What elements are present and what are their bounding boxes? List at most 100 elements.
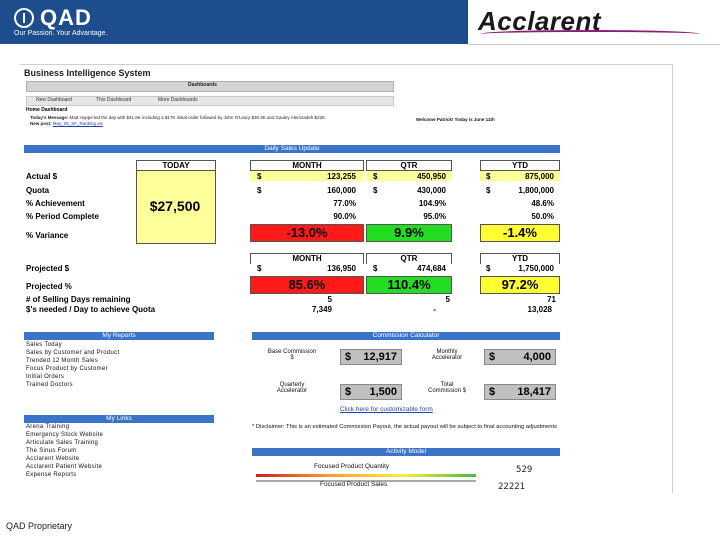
focused-sales-label: Focused Product Sales xyxy=(320,481,388,488)
base-commission-value-box: $12,917 xyxy=(340,349,402,365)
qtr-per-day: - xyxy=(433,305,436,314)
dashboards-label: Dashboards xyxy=(188,82,217,88)
quarterly-accelerator-label-line2: Accelerator xyxy=(276,388,308,394)
report-trended-12-month[interactable]: Trended 12 Month Sales xyxy=(26,358,98,364)
commission-header: Commission Calculator xyxy=(252,332,560,340)
new-post-link[interactable]: May_05_SF_Ranking.xls xyxy=(53,121,103,126)
monthly-accelerator-value-box: $4,000 xyxy=(484,349,556,365)
ytd-actual-dollar: $ xyxy=(486,172,491,181)
col-qtr-projected: QTR xyxy=(366,253,452,264)
link-articulate-training[interactable]: Articulate Sales Training xyxy=(26,440,98,446)
quarterly-accelerator-value: 1,500 xyxy=(369,386,397,398)
base-commission-dollar: $ xyxy=(345,351,352,363)
month-days: 5 xyxy=(327,295,332,304)
row-variance: % Variance xyxy=(26,231,69,240)
qtr-days: 5 xyxy=(445,295,450,304)
month-variance: -13.0% xyxy=(250,224,364,242)
nav-this-dashboard[interactable]: This Dashboard xyxy=(96,97,131,103)
qtr-projected: 474,684 xyxy=(417,264,446,273)
quantity-progress-line xyxy=(256,474,476,477)
ytd-projected-pct: 97.2% xyxy=(480,276,560,294)
ytd-variance: -1.4% xyxy=(480,224,560,242)
report-sales-today[interactable]: Sales Today xyxy=(26,342,62,348)
monthly-accelerator-value: 4,000 xyxy=(523,351,551,363)
nav-more-dashboards[interactable]: More Dashboards xyxy=(158,97,198,103)
link-emergency-stock[interactable]: Emergency Stock Website xyxy=(26,432,103,438)
message-text: Matt Hoppe led the day with $41.6K inclu… xyxy=(69,115,327,120)
report-trained-doctors[interactable]: Trained Doctors xyxy=(26,382,73,388)
qtr-quota: 430,000 xyxy=(417,186,446,195)
row-period-complete: % Period Complete xyxy=(26,212,99,221)
dashboard-nav xyxy=(26,96,394,106)
link-arena-training[interactable]: Arena Training xyxy=(26,424,69,430)
total-commission-value-box: $18,417 xyxy=(484,384,556,400)
link-acclarent-website[interactable]: Acclarent Website xyxy=(26,456,79,462)
welcome-text: Welcome Patrick! Today is June 11th xyxy=(416,117,495,122)
ytd-quota: 1,800,000 xyxy=(518,186,554,195)
qtr-projected-pct: 110.4% xyxy=(366,276,452,294)
row-achievement: % Achievement xyxy=(26,199,85,208)
nav-new-dashboard[interactable]: New Dashboard xyxy=(36,97,72,103)
qad-logo-text: QAD xyxy=(40,5,92,30)
focused-quantity-value: 529 xyxy=(516,465,533,475)
row-per-day: $'s needed / Day to achieve Quota xyxy=(26,305,156,314)
message-label: Today's Message: xyxy=(30,115,69,120)
row-actual: Actual $ xyxy=(26,172,58,181)
monthly-accelerator-label-line2: Accelerator xyxy=(431,355,463,361)
report-initial-orders[interactable]: Initial Orders xyxy=(26,374,64,380)
report-sales-by-customer[interactable]: Sales by Customer and Product xyxy=(26,350,119,356)
row-projected-pct: Projected % xyxy=(26,282,72,291)
acclarent-swoosh-icon xyxy=(480,30,700,38)
qtr-actual-dollar: $ xyxy=(373,172,378,181)
home-dashboard-heading: Home Dashboard xyxy=(26,107,68,113)
focused-quantity-label: Focused Product Quantity xyxy=(314,463,390,470)
ytd-per-day: 13,028 xyxy=(527,305,552,314)
activity-model-header: Activity Model xyxy=(252,448,560,456)
link-patient-website[interactable]: Acclarent Patient Website xyxy=(26,464,102,470)
col-ytd-projected: YTD xyxy=(480,253,560,264)
qtr-period: 95.0% xyxy=(423,212,446,221)
month-actual-dollar: $ xyxy=(257,172,262,181)
month-period: 90.0% xyxy=(333,212,356,221)
qad-logo-icon xyxy=(14,8,34,28)
total-commission-label: Total Commission $ xyxy=(410,382,484,394)
ytd-projected: 1,750,000 xyxy=(518,264,554,273)
app-title: Business Intelligence System xyxy=(24,68,151,78)
month-projected-pct: 85.6% xyxy=(250,276,364,294)
qtr-achievement: 104.9% xyxy=(418,199,446,208)
ytd-projected-dollar: $ xyxy=(486,264,491,273)
base-commission-label-line2: $ xyxy=(290,355,294,361)
quarterly-accelerator-label: Quarterly Accelerator xyxy=(252,382,332,394)
month-quota-dollar: $ xyxy=(257,186,262,195)
daily-sales-header: Daily Sales Update xyxy=(24,145,560,153)
link-expense-reports[interactable]: Expense Reports xyxy=(26,472,77,478)
month-actual: 123,255 xyxy=(327,172,356,181)
monthly-accelerator-label: Monthly Accelerator xyxy=(410,349,484,361)
row-projected-dollar: Projected $ xyxy=(26,264,70,273)
base-commission-value: 12,917 xyxy=(363,351,397,363)
report-focus-product[interactable]: Focus Product by Customer xyxy=(26,366,108,372)
qad-tagline: Our Passion. Your Advantage. xyxy=(14,30,108,37)
focused-sales-value: 22221 xyxy=(498,482,526,492)
ytd-quota-dollar: $ xyxy=(486,186,491,195)
total-commission-dollar: $ xyxy=(489,386,496,398)
base-commission-label: Base Commission $ xyxy=(252,349,332,361)
footer-proprietary: QAD Proprietary xyxy=(6,521,73,531)
ytd-period: 50.0% xyxy=(531,212,554,221)
month-achievement: 77.0% xyxy=(333,199,356,208)
customizable-form-link[interactable]: Click here for customizable form xyxy=(340,406,433,413)
link-sinus-forum[interactable]: The Sinus Forum xyxy=(26,448,77,454)
total-commission-label-line2: Commission $ xyxy=(427,388,466,394)
row-selling-days: # of Selling Days remaining xyxy=(26,295,131,304)
ytd-actual: 875,000 xyxy=(525,172,554,181)
month-per-day: 7,349 xyxy=(311,305,332,314)
quarterly-accelerator-dollar: $ xyxy=(345,386,352,398)
ytd-achievement: 48.6% xyxy=(531,199,554,208)
month-projected: 136,950 xyxy=(327,264,356,273)
my-links-header: My Links xyxy=(24,415,214,423)
total-commission-value: 18,417 xyxy=(517,386,551,398)
qtr-quota-dollar: $ xyxy=(373,186,378,195)
quarterly-accelerator-value-box: $1,500 xyxy=(340,384,402,400)
new-post-label: New post: xyxy=(30,120,52,126)
ytd-days: 71 xyxy=(547,295,556,304)
